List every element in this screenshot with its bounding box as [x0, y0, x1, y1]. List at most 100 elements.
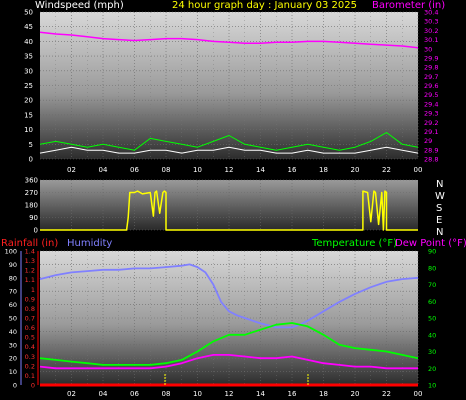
direction-label-n-top: N — [436, 179, 443, 190]
direction-label-w: W — [435, 191, 445, 202]
dir-tick-label: 180 — [25, 202, 38, 210]
baro-tick-label: 29.6 — [424, 82, 438, 90]
wind-tick-label: 0 — [29, 156, 33, 164]
humidity-tick-label: 20 — [9, 355, 17, 363]
humidity-tick-label: 0 — [13, 382, 17, 390]
rainfall-axis-label: Rainfall (in) — [1, 238, 58, 249]
humidity-axis-label: Humidity — [67, 238, 112, 249]
rain-tick-label: 0.5 — [25, 334, 35, 342]
rain-tick-label: 1.1 — [25, 276, 35, 284]
humidity-tick-label: 50 — [9, 315, 17, 323]
x-tick-label: 00 — [414, 166, 423, 174]
temp-tick-label: 20 — [428, 365, 436, 373]
x-tick-label: 04 — [99, 390, 108, 398]
weather-graph: 0510152025303540455028.828.92929.129.229… — [1, 0, 466, 398]
baro-tick-label: 29.2 — [424, 119, 438, 127]
x-tick-label: 12 — [225, 390, 234, 398]
temp-tick-label: 80 — [428, 264, 436, 272]
baro-tick-label: 29 — [424, 137, 432, 145]
x-tick-label: 14 — [256, 390, 265, 398]
rain-tick-label: 1.2 — [25, 267, 35, 275]
windspeed-axis-label: Windspeed (mph) — [35, 0, 124, 11]
x-tick-label: 06 — [130, 390, 139, 398]
direction-label-n-bottom: N — [436, 227, 443, 238]
baro-tick-label: 29.7 — [424, 73, 438, 81]
temp-tick-label: 60 — [428, 298, 436, 306]
direction-ticks: 0 90 180 270 360 — [25, 177, 38, 235]
humidity-tick-label: 10 — [9, 368, 17, 376]
rain-tick-label: 0 — [31, 382, 35, 390]
x-tick-label: 10 — [193, 390, 202, 398]
humidity-tick-label: 90 — [9, 261, 17, 269]
rain-tick-label: 1 — [31, 286, 35, 294]
x-tick-label: 04 — [99, 166, 108, 174]
rain-tick-label: 0.6 — [25, 324, 35, 332]
wind-tick-label: 25 — [24, 82, 33, 90]
humidity-tick-label: 80 — [9, 274, 17, 282]
temp-tick-label: 70 — [428, 281, 436, 289]
rain-tick-label: 0.3 — [25, 353, 35, 361]
rain-tick-label: 0.7 — [25, 315, 35, 323]
baro-tick-label: 28.9 — [424, 146, 438, 154]
x-tick-label: 18 — [319, 390, 328, 398]
wind-tick-label: 30 — [24, 67, 33, 75]
baro-tick-label: 29.1 — [424, 128, 438, 136]
wind-tick-label: 10 — [24, 126, 33, 134]
wind-tick-label: 40 — [24, 38, 33, 46]
humidity-tick-label: 40 — [9, 328, 17, 336]
x-tick-label: 20 — [351, 390, 360, 398]
x-tick-label: 10 — [193, 166, 202, 174]
humidity-tick-label: 70 — [9, 288, 17, 296]
baro-tick-label: 30 — [424, 45, 432, 53]
direction-label-s: S — [436, 203, 442, 214]
x-tick-label: 14 — [256, 166, 265, 174]
wind-tick-label: 20 — [24, 97, 33, 105]
dir-tick-label: 360 — [25, 177, 38, 185]
wind-tick-label: 50 — [24, 9, 33, 17]
wind-tick-label: 5 — [29, 141, 33, 149]
baro-tick-label: 29.4 — [424, 100, 438, 108]
baro-tick-label: 28.8 — [424, 156, 438, 164]
wind-tick-label: 15 — [24, 111, 33, 119]
x-tick-label: 02 — [67, 390, 76, 398]
dir-tick-label: 0 — [34, 227, 38, 235]
baro-tick-label: 30.3 — [424, 18, 438, 26]
x-tick-label: 06 — [130, 166, 139, 174]
x-tick-label: 08 — [162, 390, 171, 398]
x-tick-label: 16 — [288, 390, 297, 398]
x-tick-label: 02 — [67, 166, 76, 174]
baro-tick-label: 29.3 — [424, 110, 438, 118]
temp-tick-label: 10 — [428, 382, 436, 390]
wind-tick-label: 45 — [24, 23, 33, 31]
rain-tick-label: 0.4 — [25, 343, 35, 351]
humidity-tick-label: 30 — [9, 341, 17, 349]
rain-tick-label: 1.3 — [25, 257, 35, 265]
direction-label-e: E — [436, 215, 442, 226]
temp-tick-label: 30 — [428, 348, 436, 356]
baro-tick-label: 29.9 — [424, 54, 438, 62]
x-tick-label: 22 — [382, 390, 391, 398]
rain-tick-label: 0.2 — [25, 362, 35, 370]
x-tick-label: 00 — [414, 390, 423, 398]
barometer-axis-label: Barometer (in) — [372, 0, 445, 11]
baro-tick-label: 29.8 — [424, 64, 438, 72]
x-tick-label: 16 — [288, 166, 297, 174]
wind-tick-label: 35 — [24, 53, 33, 61]
temp-tick-label: 50 — [428, 315, 436, 323]
rain-tick-label: 0.8 — [25, 305, 35, 313]
dir-tick-label: 270 — [25, 189, 38, 197]
x-tick-label: 22 — [382, 166, 391, 174]
temperature-axis-label: Temperature (°F) — [311, 238, 397, 249]
baro-tick-label: 30.1 — [424, 36, 438, 44]
x-tick-label: 18 — [319, 166, 328, 174]
dir-tick-label: 90 — [29, 214, 38, 222]
x-tick-label: 12 — [225, 166, 234, 174]
x-tick-label: 20 — [351, 166, 360, 174]
humidity-tick-label: 60 — [9, 301, 17, 309]
chart-title: 24 hour graph day : January 03 2025 — [172, 0, 357, 11]
baro-tick-label: 30.2 — [424, 27, 438, 35]
rain-tick-label: 0.9 — [25, 295, 35, 303]
baro-tick-label: 29.5 — [424, 91, 438, 99]
dewpoint-axis-label: Dew Point (°F) — [395, 238, 466, 249]
rain-tick-label: 0.1 — [25, 372, 35, 380]
